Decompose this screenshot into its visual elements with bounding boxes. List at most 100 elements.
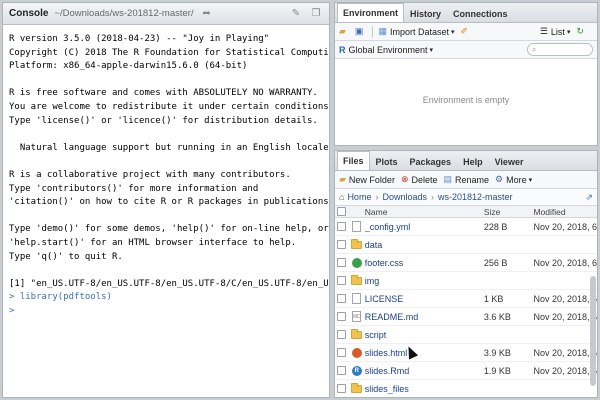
breadcrumb-downloads[interactable]: Downloads (382, 192, 427, 202)
file-row[interactable]: script (335, 326, 597, 344)
refresh-icon: ↻ (576, 26, 584, 36)
environment-scope-select[interactable]: R Global Environment ▾ (339, 45, 433, 55)
breadcrumb-current[interactable]: ws-201812-master (438, 192, 513, 202)
file-row[interactable]: slides_files (335, 380, 597, 397)
console-header: Console ~/Downloads/ws-201812-master/ ➦ … (3, 3, 329, 25)
file-row[interactable]: MD README.md 3.6 KB Nov 20, 2018, 6: (335, 308, 597, 326)
file-row[interactable]: LICENSE 1 KB Nov 20, 2018, 6: (335, 290, 597, 308)
column-size[interactable]: Size (484, 207, 534, 217)
file-row-checkbox[interactable] (335, 348, 349, 357)
files-table: Name Size Modified _config.yml 228 B Nov 2… (335, 206, 597, 397)
file-row-checkbox[interactable] (335, 294, 349, 303)
file-name-link[interactable]: footer.css (365, 258, 484, 268)
search-icon: ⌕ (532, 44, 537, 54)
open-workspace-button[interactable]: ▰ (339, 26, 349, 37)
file-name-link[interactable]: slides.Rmd (365, 366, 484, 376)
column-modified[interactable]: Modified (533, 207, 597, 217)
console-line: 'help.start()' for an HTML browser inter… (9, 237, 297, 248)
file-size: 3.9 KB (483, 347, 511, 358)
toolbar-divider (372, 25, 374, 38)
column-name[interactable]: Name (365, 207, 484, 217)
tab-connections[interactable]: Connections (447, 4, 514, 22)
file-row[interactable]: data (335, 236, 597, 254)
breadcrumb-separator: › (430, 192, 434, 202)
clear-console-broom-icon[interactable]: ✎ (289, 7, 303, 21)
chevron-down-icon: ▾ (566, 28, 571, 36)
folder-icon (349, 382, 365, 393)
clear-workspace-button[interactable]: ✐ (461, 26, 472, 37)
file-row-checkbox[interactable] (335, 258, 349, 267)
new-folder-label: New Folder (348, 174, 395, 185)
delete-button[interactable]: ⊗ Delete (401, 174, 438, 185)
console-output[interactable]: R version 3.5.0 (2018-04-23) -- "Joy in … (3, 25, 329, 395)
import-dataset-button[interactable]: ▦ Import Dataset ▾ (378, 26, 454, 37)
file-modified: Nov 20, 2018, 6: (533, 257, 597, 268)
console-prompt[interactable]: > (9, 305, 323, 319)
tab-environment[interactable]: Environment (337, 3, 405, 22)
file-row[interactable]: _config.yml 228 B Nov 20, 2018, 6: (335, 218, 597, 236)
new-folder-button[interactable]: ▰ New Folder (339, 174, 395, 185)
refresh-environment-button[interactable]: ↻ (576, 26, 587, 37)
more-button[interactable]: ⚙ More ▾ (495, 174, 532, 185)
tab-packages[interactable]: Packages (404, 152, 458, 170)
tab-plots[interactable]: Plots (370, 152, 404, 170)
file-icon (349, 221, 365, 232)
go-to-dir-arrow-icon[interactable]: ➦ (200, 7, 214, 21)
go-to-working-dir-icon[interactable]: ⇗ (585, 192, 593, 203)
console-line: R version 3.5.0 (2018-04-23) -- "Joy in … (9, 34, 270, 44)
file-name-link[interactable]: img (365, 276, 484, 286)
console-working-dir[interactable]: ~/Downloads/ws-201812-master/ (54, 8, 193, 19)
breadcrumb-home[interactable]: Home (347, 192, 371, 202)
maximize-pane-icon[interactable]: ❐ (309, 7, 323, 21)
tab-files[interactable]: Files (337, 151, 370, 170)
file-row-checkbox[interactable] (335, 222, 349, 231)
file-size: 228 B (483, 221, 508, 232)
console-line: [1] "en_US.UTF-8/en_US.UTF-8/en_US.UTF-8… (9, 278, 329, 289)
table-icon: ▦ (378, 26, 387, 36)
file-row-checkbox[interactable] (335, 312, 349, 321)
file-row-checkbox[interactable] (335, 276, 349, 285)
r-logo-icon: R (339, 44, 346, 55)
file-name-link[interactable]: slides.html (365, 348, 484, 358)
tab-history[interactable]: History (404, 4, 447, 22)
select-all-checkbox[interactable] (335, 207, 349, 216)
file-row[interactable]: footer.css 256 B Nov 20, 2018, 6: (335, 254, 597, 272)
files-scrollbar[interactable] (590, 276, 596, 386)
breadcrumb-separator: › (375, 192, 379, 202)
console-line: Type 'contributors()' for more informati… (9, 183, 259, 194)
chevron-down-icon: ▾ (450, 28, 455, 36)
view-mode-button[interactable]: ☰ List ▾ (540, 26, 571, 37)
more-label: More (506, 174, 527, 185)
file-name-link[interactable]: README.md (365, 312, 484, 322)
tab-help[interactable]: Help (457, 152, 489, 170)
file-name-link[interactable]: LICENSE (365, 294, 484, 304)
file-row[interactable]: slides.html 3.9 KB Nov 20, 2018, 6: (335, 344, 597, 362)
folder-icon (349, 328, 365, 339)
console-line: Type 'license()' or 'licence()' for dist… (9, 115, 318, 126)
save-workspace-button[interactable]: ▣ (355, 26, 367, 37)
file-modified: Nov 20, 2018, 6: (533, 293, 597, 304)
rename-button[interactable]: ▤ Rename (444, 174, 490, 185)
environment-search-input[interactable]: ⌕ (527, 43, 593, 56)
file-row-checkbox[interactable] (335, 384, 349, 393)
file-name-link[interactable]: slides_files (365, 384, 484, 394)
file-name-link[interactable]: _config.yml (365, 222, 484, 232)
console-line: 'citation()' on how to cite R or R packa… (9, 197, 329, 208)
file-name-link[interactable]: script (365, 330, 484, 340)
file-row[interactable]: Rslides.Rmd 1.9 KB Nov 20, 2018, 6: (335, 362, 597, 380)
delete-label: Delete (411, 174, 438, 185)
file-row[interactable]: img (335, 272, 597, 290)
file-row-checkbox[interactable] (335, 330, 349, 339)
files-toolbar: ▰ New Folder ⊗ Delete ▤ Rename ⚙ More ▾ (335, 171, 597, 189)
home-icon[interactable]: ⌂ (339, 192, 344, 202)
tab-viewer[interactable]: Viewer (489, 152, 530, 170)
file-name-link[interactable]: data (365, 240, 484, 250)
files-table-header: Name Size Modified (335, 206, 597, 218)
console-line: Type 'demo()' for some demos, 'help()' f… (9, 224, 329, 235)
file-row-checkbox[interactable] (335, 240, 349, 249)
file-row-checkbox[interactable] (335, 366, 349, 375)
